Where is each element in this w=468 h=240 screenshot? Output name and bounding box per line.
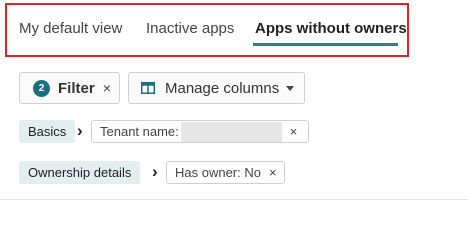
divider — [0, 199, 468, 200]
chevron-down-icon — [286, 85, 295, 91]
tab-apps-without-owners[interactable]: Apps without owners — [255, 20, 407, 37]
filter-category-basics[interactable]: Basics — [19, 120, 76, 143]
manage-columns-label: Manage columns — [165, 79, 280, 97]
remove-filter-icon[interactable]: × — [269, 165, 277, 180]
filter-label: Filter — [58, 79, 95, 97]
chevron-right-icon: › — [77, 121, 83, 140]
filter-chip-has-owner[interactable]: Has owner: No × — [166, 161, 285, 184]
tab-inactive-apps[interactable]: Inactive apps — [146, 20, 234, 37]
chevron-right-icon: › — [152, 162, 158, 181]
columns-icon — [141, 82, 155, 94]
clear-filters-icon[interactable]: × — [103, 81, 111, 95]
remove-filter-icon[interactable]: × — [290, 124, 298, 139]
filter-chip-tenant-name[interactable]: Tenant name: × — [91, 120, 309, 143]
filter-count-badge: 2 — [33, 79, 50, 97]
manage-columns-button[interactable]: Manage columns — [128, 72, 305, 104]
filter-value-label: Tenant name: — [100, 124, 179, 139]
redacted-value — [180, 121, 282, 142]
filter-category-ownership-details[interactable]: Ownership details — [19, 161, 141, 184]
active-tab-indicator — [253, 43, 398, 46]
filter-value-label: Has owner: No — [175, 165, 261, 180]
filter-button[interactable]: 2 Filter × — [19, 72, 120, 104]
tab-my-default-view[interactable]: My default view — [19, 20, 122, 37]
